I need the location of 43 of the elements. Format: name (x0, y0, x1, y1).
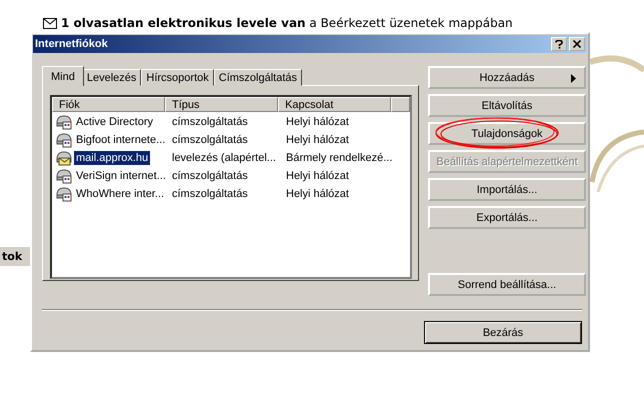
submenu-arrow-icon (571, 74, 576, 83)
column-header[interactable]: Kapcsolat (278, 97, 392, 112)
table-cell-text: Bármely rendelkezé... (285, 150, 394, 164)
directory-server-icon (56, 132, 72, 148)
close-dialog-button[interactable]: Bezárás (424, 321, 582, 344)
action-button[interactable]: Tulajdonságok (428, 122, 586, 145)
table-cell-text: levelezés (alapértel... (171, 150, 277, 164)
window-title: Internetfiókok (35, 38, 108, 50)
table-cell-text: címszolgáltatás (171, 114, 249, 128)
action-button[interactable]: Importálás... (428, 178, 586, 201)
side-label: tok (0, 247, 30, 266)
close-icon (573, 40, 581, 48)
account-name[interactable]: WhoWhere inter... (74, 186, 166, 200)
account-name[interactable]: Active Directory (74, 114, 156, 128)
directory-server-icon (56, 168, 72, 184)
close-button[interactable] (569, 37, 585, 51)
tab[interactable]: Címszolgáltatás (214, 69, 302, 86)
account-name[interactable]: mail.approx.hu (74, 150, 150, 164)
unread-mail-message: 1 olvasatlan elektronikus levele van a Beérkezett üzenetek mappában (61, 16, 513, 30)
account-name[interactable]: Bigfoot internete... (74, 132, 168, 146)
table-cell-text: címszolgáltatás (171, 132, 249, 146)
order-button[interactable]: Sorrend beállítása... (428, 273, 586, 296)
directory-server-icon (56, 114, 72, 130)
tab[interactable]: Levelezés (82, 69, 142, 86)
tab[interactable]: Hírcsoportok (141, 69, 214, 86)
table-cell-text: Helyi hálózat (285, 132, 350, 146)
column-header[interactable]: Fiók (52, 97, 166, 112)
action-button[interactable]: Eltávolítás (428, 94, 586, 117)
table-cell-text: címszolgáltatás (171, 186, 249, 200)
directory-server-icon (56, 186, 72, 202)
table-cell-text: Helyi hálózat (285, 168, 350, 182)
tab[interactable]: Mind (42, 66, 84, 86)
envelope-icon (43, 18, 57, 28)
mail-server-icon (56, 150, 72, 166)
help-button[interactable] (551, 37, 567, 51)
table-cell-text: Helyi hálózat (285, 114, 350, 128)
action-button[interactable]: Hozzáadás (428, 66, 586, 89)
question-mark-icon (555, 40, 563, 48)
column-header[interactable]: Típus (165, 97, 278, 112)
account-name[interactable]: VeriSign internet... (74, 168, 168, 182)
table-cell-text: címszolgáltatás (171, 168, 249, 182)
table-cell-text: Helyi hálózat (285, 186, 350, 200)
action-button[interactable]: Exportálás... (428, 206, 586, 229)
